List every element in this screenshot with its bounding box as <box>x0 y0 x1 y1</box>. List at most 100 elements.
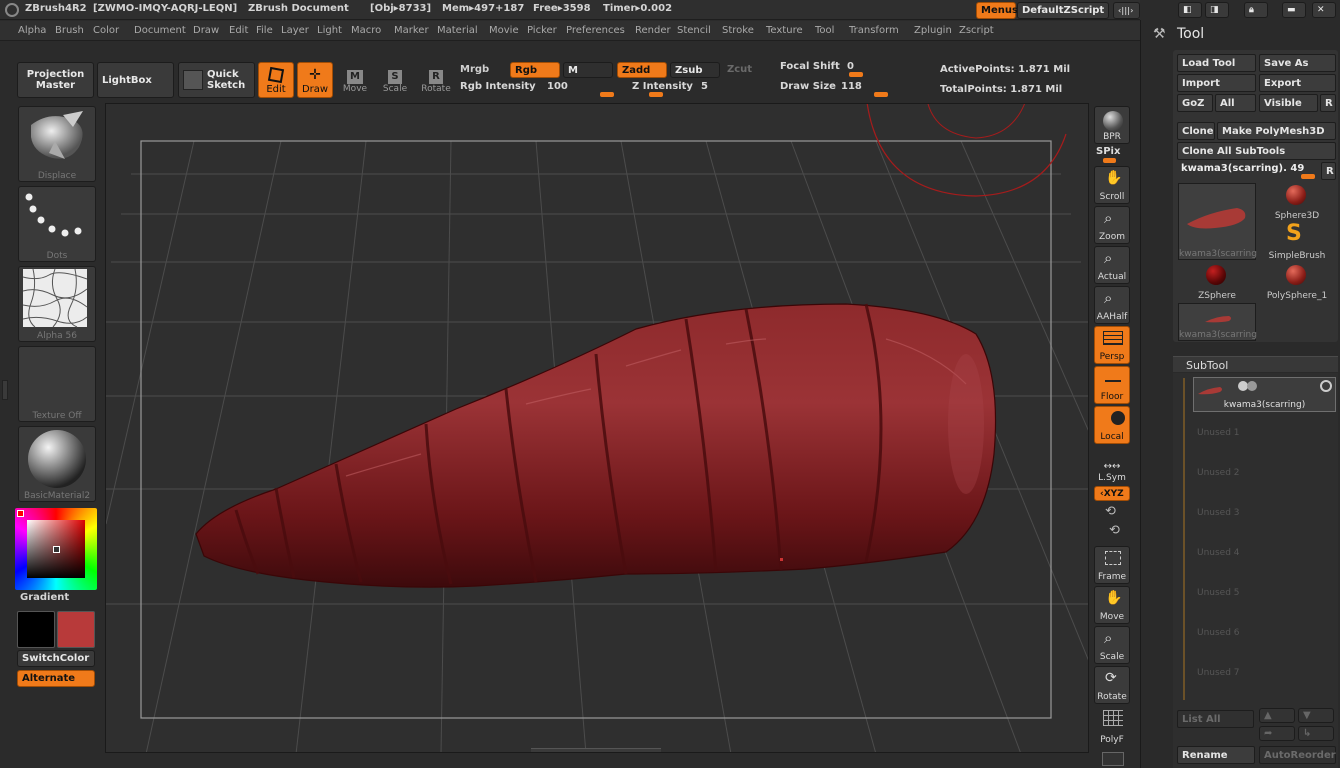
subtool-scrollbar[interactable] <box>1183 378 1185 700</box>
menu-macro[interactable]: Macro <box>351 25 381 36</box>
menu-texture[interactable]: Texture <box>766 25 803 36</box>
kwama-tool-thumb[interactable]: kwama3(scarring <box>1178 303 1257 341</box>
goz-visible-button[interactable]: Visible <box>1259 94 1318 112</box>
subtool-slot-unused[interactable]: Unused 3 <box>1197 508 1240 518</box>
clone-button[interactable]: Clone <box>1177 122 1215 140</box>
menu-preferences[interactable]: Preferences <box>566 25 625 36</box>
menu-marker[interactable]: Marker <box>394 25 429 36</box>
menu-zscript[interactable]: Zscript <box>959 25 994 36</box>
collapse-left-icon[interactable] <box>2 380 8 400</box>
load-tool-button[interactable]: Load Tool <box>1177 54 1256 72</box>
move-left-icon[interactable]: ↳ <box>1298 726 1334 741</box>
scale-view-button[interactable]: ⌕ Scale <box>1094 626 1130 664</box>
focal-shift-slider[interactable]: Focal Shift 0 <box>780 60 925 77</box>
move-right-icon[interactable]: ➦ <box>1259 726 1295 741</box>
subtool-slot-unused[interactable]: Unused 2 <box>1197 468 1240 478</box>
scroll-button[interactable]: ✋ Scroll <box>1094 166 1130 204</box>
scale-button[interactable]: S Scale <box>380 64 410 100</box>
floor-button[interactable]: Floor <box>1094 366 1130 404</box>
color-cursor-icon[interactable] <box>53 546 60 553</box>
subtool-header[interactable]: SubTool <box>1173 356 1338 372</box>
transp-icon[interactable] <box>1102 752 1124 766</box>
menu-brush[interactable]: Brush <box>55 25 84 36</box>
aahalf-button[interactable]: ⌕ AAHalf <box>1094 286 1130 324</box>
subtool-slot-unused[interactable]: Unused 4 <box>1197 548 1240 558</box>
edit-button[interactable]: Edit <box>258 62 294 98</box>
rotate-button[interactable]: R Rotate <box>420 64 452 100</box>
local-button[interactable]: Local <box>1094 406 1130 444</box>
menu-document[interactable]: Document <box>134 25 186 36</box>
subtool-item-active[interactable]: kwama3(scarring) <box>1193 377 1336 412</box>
current-tool-slider[interactable]: kwama3(scarring). 49 <box>1177 161 1319 179</box>
polyf-button[interactable]: PolyF <box>1094 708 1130 746</box>
secondary-color-swatch[interactable] <box>57 611 95 648</box>
brush-selector[interactable]: Displace <box>18 106 96 182</box>
menu-material[interactable]: Material <box>437 25 478 36</box>
canvas-viewport[interactable] <box>105 103 1089 753</box>
subtool-slot-unused[interactable]: Unused 7 <box>1197 668 1240 678</box>
switch-color-button[interactable]: SwitchColor <box>17 650 95 667</box>
rgb-intensity-slider[interactable]: Rgb Intensity 100 <box>460 80 615 97</box>
rotate-z-icon[interactable]: ⟲ <box>1109 523 1120 538</box>
quick-sketch-button[interactable]: Quick Sketch <box>178 62 255 98</box>
hue-cursor-icon[interactable] <box>17 510 24 517</box>
menu-transform[interactable]: Transform <box>849 25 899 36</box>
rgb-intensity-knob[interactable] <box>600 92 614 97</box>
tray-right-icon[interactable]: ◨ <box>1205 2 1229 18</box>
z-intensity-knob[interactable] <box>649 92 663 97</box>
layout-toggle-icon[interactable]: ‹|||› <box>1113 2 1140 19</box>
goz-all-button[interactable]: All <box>1215 94 1256 112</box>
simplebrush-tool[interactable]: S SimpleBrush <box>1258 221 1336 261</box>
current-tool-r-button[interactable]: R <box>1321 162 1336 180</box>
current-tool-knob[interactable] <box>1301 174 1315 179</box>
import-button[interactable]: Import <box>1177 74 1256 92</box>
focal-shift-knob[interactable] <box>849 72 863 77</box>
zsphere-tool[interactable]: ZSphere <box>1178 263 1256 301</box>
menu-movie[interactable]: Movie <box>489 25 519 36</box>
alternate-button[interactable]: Alternate <box>17 670 95 687</box>
autoreorder-button[interactable]: AutoReorder <box>1259 746 1336 764</box>
menu-stencil[interactable]: Stencil <box>677 25 711 36</box>
goz-button[interactable]: GoZ <box>1177 94 1213 112</box>
stroke-selector[interactable]: Dots <box>18 186 96 262</box>
frame-button[interactable]: Frame <box>1094 546 1130 584</box>
alpha-selector[interactable]: Alpha 56 <box>18 266 96 342</box>
default-zscript-button[interactable]: DefaultZScript <box>1017 2 1109 19</box>
rotate-view-button[interactable]: ⟳ Rotate <box>1094 666 1130 704</box>
m-toggle[interactable]: M <box>563 62 613 78</box>
zcut-toggle[interactable]: Zcut <box>727 64 752 75</box>
menu-alpha[interactable]: Alpha <box>18 25 46 36</box>
material-selector[interactable]: BasicMaterial2 <box>18 426 96 502</box>
menus-button[interactable]: Menus <box>976 2 1018 19</box>
move-button[interactable]: M Move <box>340 64 370 100</box>
subtool-visibility-icon[interactable] <box>1320 380 1332 392</box>
bottom-tray-handle[interactable] <box>531 748 661 752</box>
draw-size-slider[interactable]: Draw Size 118 <box>780 80 925 97</box>
bpr-button[interactable]: BPR <box>1094 106 1130 144</box>
subtool-solo-icon[interactable] <box>1247 381 1257 391</box>
persp-button[interactable]: Persp <box>1094 326 1130 364</box>
zsub-toggle[interactable]: Zsub <box>670 62 720 78</box>
draw-button[interactable]: ✛ Draw <box>297 62 333 98</box>
zoom-button[interactable]: ⌕ Zoom <box>1094 206 1130 244</box>
menu-stroke[interactable]: Stroke <box>722 25 754 36</box>
rgb-toggle[interactable]: Rgb <box>510 62 560 78</box>
save-as-button[interactable]: Save As <box>1259 54 1336 72</box>
projection-master-button[interactable]: Projection Master <box>17 62 94 98</box>
rotate-y-icon[interactable]: ⟲ <box>1105 504 1116 519</box>
menu-zplugin[interactable]: Zplugin <box>914 25 952 36</box>
menu-picker[interactable]: Picker <box>527 25 557 36</box>
goz-r-button[interactable]: R <box>1320 94 1336 112</box>
menu-render[interactable]: Render <box>635 25 671 36</box>
main-color-swatch[interactable] <box>17 611 55 648</box>
xyz-toggle[interactable]: ‹XYZ <box>1094 486 1130 501</box>
make-polymesh-button[interactable]: Make PolyMesh3D <box>1217 122 1336 140</box>
close-icon[interactable]: ✕ <box>1312 2 1336 18</box>
menu-light[interactable]: Light <box>317 25 342 36</box>
list-all-button[interactable]: List All <box>1177 710 1254 728</box>
menu-layer[interactable]: Layer <box>281 25 309 36</box>
move-up-icon[interactable]: ▲ <box>1259 708 1295 723</box>
clone-all-subtools-button[interactable]: Clone All SubTools <box>1177 142 1336 160</box>
export-button[interactable]: Export <box>1259 74 1336 92</box>
move-down-icon[interactable]: ▼ <box>1298 708 1334 723</box>
